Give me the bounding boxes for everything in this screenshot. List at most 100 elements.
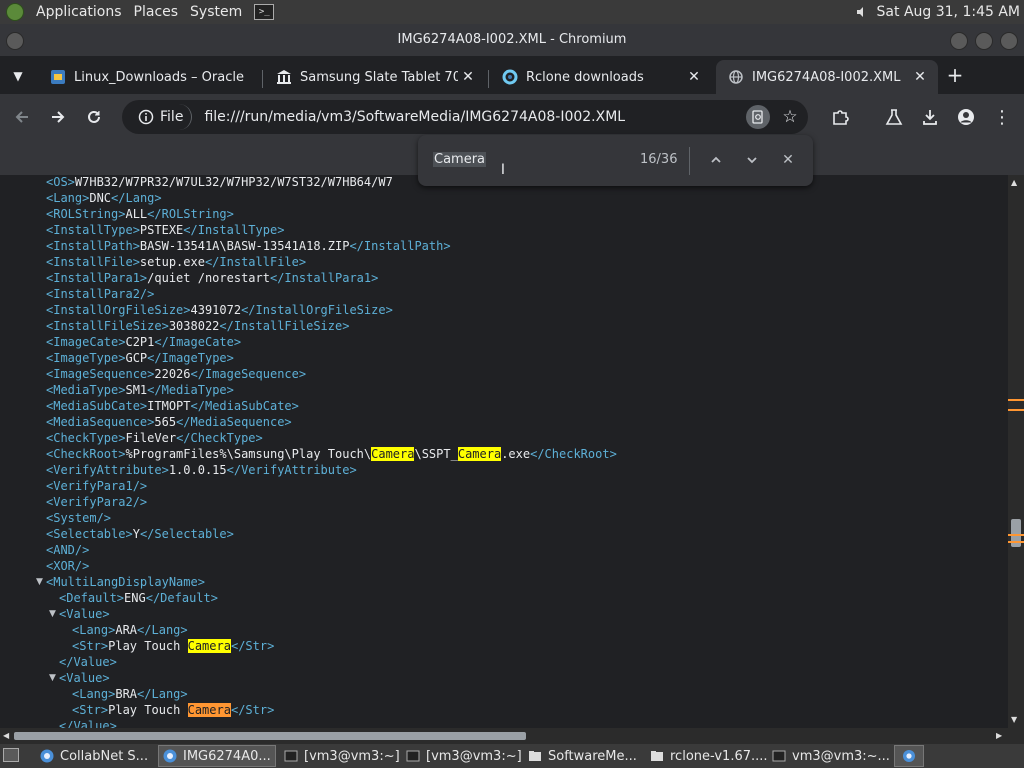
xml-text: DNC bbox=[89, 191, 112, 205]
scroll-up-arrow-icon[interactable]: ▲ bbox=[1011, 178, 1017, 187]
folder-icon bbox=[650, 749, 664, 763]
tab-title: Samsung Slate Tablet 700 bbox=[300, 69, 458, 85]
terminal-icon bbox=[772, 749, 786, 763]
scroll-down-arrow-icon[interactable]: ▼ bbox=[1011, 715, 1017, 724]
tab-close-icon[interactable]: ✕ bbox=[684, 67, 704, 87]
back-arrow-icon[interactable] bbox=[8, 103, 36, 131]
xml-text: 3038022 bbox=[168, 319, 220, 333]
download-icon[interactable] bbox=[916, 103, 944, 131]
xml-tag: <Lang> bbox=[46, 191, 90, 205]
window-titlebar[interactable]: IMG6274A08-I002.XML - Chromium bbox=[0, 24, 1024, 56]
volume-icon[interactable] bbox=[855, 5, 869, 19]
minimize-button[interactable] bbox=[950, 32, 968, 50]
maximize-button[interactable] bbox=[975, 32, 993, 50]
rclone-favicon-icon bbox=[502, 69, 518, 85]
reload-icon[interactable] bbox=[80, 103, 108, 131]
xml-document-view[interactable]: <OS>W7HB32/W7PR32/W7UL32/W7HP32/W7ST32/W… bbox=[0, 175, 1008, 728]
xml-line: <InstallFileSize>3038022</InstallFileSiz… bbox=[46, 318, 349, 334]
url-text[interactable]: file:///run/media/vm3/SoftwareMedia/IMG6… bbox=[204, 109, 625, 125]
xml-line: <CheckType>FileVer</CheckType> bbox=[46, 430, 263, 446]
kebab-menu-icon[interactable]: ⋮ bbox=[988, 103, 1016, 131]
collapse-triangle-icon[interactable]: ▼ bbox=[36, 577, 43, 587]
xml-tag: <VerifyAttribute> bbox=[46, 463, 169, 477]
taskbar-item-softwaremedia[interactable]: SoftwareMe... bbox=[524, 745, 646, 767]
menu-places[interactable]: Places bbox=[134, 4, 179, 20]
workspace-switcher-icon[interactable] bbox=[894, 745, 924, 767]
find-bar: Camera I 16/36 ✕ bbox=[418, 135, 813, 186]
address-bar[interactable]: File file:///run/media/vm3/SoftwareMedia… bbox=[122, 100, 808, 134]
taskbar-item-terminal-2[interactable]: [vm3@vm3:~] bbox=[402, 745, 524, 767]
bookmark-star-icon[interactable]: ☆ bbox=[778, 105, 802, 129]
taskbar-item-collabnet[interactable]: CollabNet S... bbox=[36, 745, 158, 767]
xml-tag: <MultiLangDisplayName> bbox=[46, 575, 205, 589]
xml-line: </Value> bbox=[59, 718, 117, 728]
menu-applications[interactable]: Applications bbox=[36, 4, 122, 20]
horizontal-scrollbar[interactable]: ◀ ▶ bbox=[0, 728, 1008, 744]
taskbar-item-img6274[interactable]: IMG6274A0... bbox=[158, 745, 276, 767]
terminal-launcher-icon[interactable]: >_ bbox=[254, 4, 275, 20]
tab-xml-file[interactable]: IMG6274A08-I002.XML ✕ bbox=[716, 60, 938, 94]
tab-search-chevron-down-icon[interactable]: ▼ bbox=[8, 66, 28, 86]
xml-text: FileVer bbox=[125, 431, 177, 445]
find-match-highlight: Camera bbox=[371, 447, 415, 461]
tab-samsung-slate[interactable]: Samsung Slate Tablet 700 ✕ bbox=[264, 60, 486, 94]
forward-arrow-icon[interactable] bbox=[44, 103, 72, 131]
find-previous-chevron-up-icon[interactable] bbox=[704, 148, 728, 172]
taskbar-item-rclone[interactable]: rclone-v1.67.... bbox=[646, 745, 768, 767]
tab-strip: ▼ Linux_Downloads – Oracle Samsung Slate… bbox=[0, 56, 1024, 94]
extensions-puzzle-icon[interactable] bbox=[826, 103, 854, 131]
tab-close-icon[interactable]: ✕ bbox=[458, 67, 478, 87]
xml-tag: </CheckRoot> bbox=[530, 447, 617, 461]
find-in-page-icon[interactable] bbox=[746, 105, 770, 129]
find-input[interactable]: Camera bbox=[433, 152, 487, 167]
scroll-left-arrow-icon[interactable]: ◀ bbox=[3, 731, 9, 740]
tab-linux-downloads[interactable]: Linux_Downloads – Oracle bbox=[38, 60, 258, 94]
xml-text: \SSPT_ bbox=[414, 447, 458, 461]
profile-avatar-icon[interactable] bbox=[952, 103, 980, 131]
find-close-icon[interactable]: ✕ bbox=[776, 148, 800, 172]
horizontal-scroll-thumb[interactable] bbox=[14, 732, 526, 740]
tab-rclone-downloads[interactable]: Rclone downloads ✕ bbox=[490, 60, 712, 94]
show-desktop-icon[interactable] bbox=[3, 748, 19, 762]
close-window-button[interactable] bbox=[1000, 32, 1018, 50]
chromium-icon bbox=[40, 749, 54, 763]
tab-separator bbox=[488, 70, 489, 88]
window-title: IMG6274A08-I002.XML - Chromium bbox=[397, 32, 627, 47]
match-tick bbox=[1008, 541, 1024, 543]
menu-system[interactable]: System bbox=[190, 4, 242, 20]
xml-tag: <InstallFileSize> bbox=[46, 319, 169, 333]
xml-tag: <Str> bbox=[72, 703, 109, 717]
xml-text: %ProgramFiles%\Samsung\Play Touch\ bbox=[125, 447, 372, 461]
collapse-triangle-icon[interactable]: ▼ bbox=[49, 609, 56, 619]
xml-line: <Lang>BRA</Lang> bbox=[72, 686, 188, 702]
xml-tag: </ImageType> bbox=[147, 351, 234, 365]
xml-text: C2P1 bbox=[125, 335, 155, 349]
xml-tag: </Selectable> bbox=[139, 527, 234, 541]
xml-tag: <MediaType> bbox=[46, 383, 126, 397]
xml-line: <InstallFile>setup.exe</InstallFile> bbox=[46, 254, 306, 270]
xml-tag: <ImageCate> bbox=[46, 335, 126, 349]
xml-tag: <CheckRoot> bbox=[46, 447, 126, 461]
scrollbar-corner bbox=[1008, 728, 1024, 744]
find-match-highlight: Camera bbox=[457, 447, 502, 461]
scroll-right-arrow-icon[interactable]: ▶ bbox=[996, 731, 1002, 740]
distro-logo-icon[interactable] bbox=[6, 3, 24, 21]
xml-text: ENG bbox=[124, 591, 146, 605]
clock[interactable]: Sat Aug 31, 1:45 AM bbox=[877, 4, 1020, 20]
collapse-triangle-icon[interactable]: ▼ bbox=[49, 673, 56, 683]
new-tab-plus-icon[interactable]: + bbox=[944, 63, 966, 87]
vertical-scrollbar[interactable]: ▲ ▼ bbox=[1008, 175, 1024, 728]
xml-line: <ROLString>ALL</ROLString> bbox=[46, 206, 234, 222]
xml-tag: <ImageSequence> bbox=[46, 367, 155, 381]
top-panel: Applications Places System >_ Sat Aug 31… bbox=[0, 0, 1024, 24]
xml-tag: </InstallFile> bbox=[204, 255, 307, 269]
xml-line: <ImageSequence>22026</ImageSequence> bbox=[46, 366, 306, 382]
taskbar-item-terminal-1[interactable]: [vm3@vm3:~] bbox=[280, 745, 402, 767]
tab-close-icon[interactable]: ✕ bbox=[910, 67, 930, 87]
page-info-chip[interactable]: File bbox=[130, 104, 193, 130]
find-next-chevron-down-icon[interactable] bbox=[740, 148, 764, 172]
tab-title: IMG6274A08-I002.XML bbox=[752, 69, 901, 85]
xml-tag: <Default> bbox=[59, 591, 125, 605]
taskbar-item-terminal-3[interactable]: vm3@vm3:~... bbox=[768, 745, 890, 767]
labs-flask-icon[interactable] bbox=[880, 103, 908, 131]
